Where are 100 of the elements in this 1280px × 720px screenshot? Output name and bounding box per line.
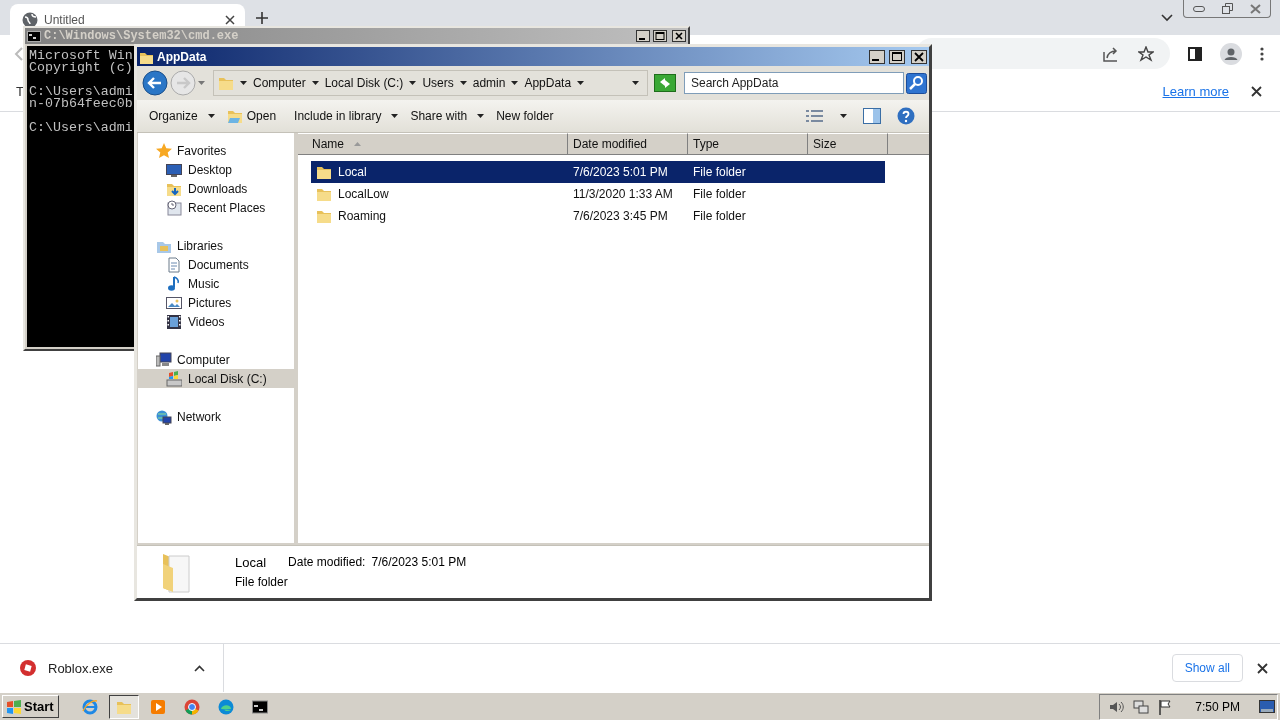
close-icon[interactable]: [911, 49, 927, 64]
nav-item[interactable]: Pictures: [138, 293, 294, 312]
close-icon[interactable]: [672, 30, 686, 42]
console-line: C:\Users\admi: [29, 86, 133, 98]
chrome-logo-icon[interactable]: [183, 698, 200, 715]
help-icon[interactable]: [897, 107, 915, 125]
breadcrumb-item[interactable]: Users: [422, 76, 454, 90]
maximize-icon[interactable]: [889, 49, 905, 64]
folder-icon: [316, 164, 332, 180]
picture-icon: [166, 294, 182, 311]
back-button-icon[interactable]: [142, 70, 168, 96]
star-icon[interactable]: [1138, 45, 1154, 62]
file-type: File folder: [693, 187, 746, 201]
file-name: Roaming: [338, 209, 387, 223]
toolbar-button[interactable]: Organize: [143, 106, 215, 126]
tab-title: Untitled: [44, 12, 86, 27]
caret-icon: [840, 114, 847, 118]
start-button[interactable]: Start: [2, 695, 59, 718]
computer-icon: [156, 351, 172, 368]
download-file-name[interactable]: Roblox.exe: [48, 660, 182, 676]
address-bar[interactable]: Computer Local Disk (C:) Users admin AppData: [213, 70, 648, 96]
breadcrumb-item[interactable]: Computer: [253, 76, 306, 90]
breadcrumb-item[interactable]: Local Disk (C:): [324, 76, 404, 90]
file-type: File folder: [693, 209, 746, 223]
profile-icon[interactable]: [1220, 42, 1242, 65]
preview-pane-icon[interactable]: [863, 108, 881, 124]
item-type: File folder: [235, 575, 289, 589]
nav-item[interactable]: Videos: [138, 312, 294, 331]
toolbar-button[interactable]: Share with: [404, 106, 485, 126]
column-header[interactable]: Type: [688, 133, 808, 155]
nav-item[interactable]: Network: [138, 407, 294, 426]
minimize-icon[interactable]: [636, 30, 650, 42]
learn-more-link[interactable]: Learn more: [1162, 84, 1229, 99]
column-header[interactable]: Size: [808, 133, 888, 155]
caret-icon: [240, 81, 247, 85]
minimize-icon[interactable]: [1192, 5, 1205, 12]
show-all-button[interactable]: Show all: [1171, 654, 1243, 682]
close-icon[interactable]: [1251, 86, 1262, 97]
minimize-icon[interactable]: [869, 49, 885, 64]
close-icon[interactable]: [1257, 662, 1268, 674]
view-list-icon[interactable]: [806, 109, 824, 123]
new-tab-icon[interactable]: [255, 10, 269, 25]
side-panel-icon[interactable]: [1188, 46, 1202, 61]
show-desktop-icon[interactable]: [1259, 699, 1275, 714]
document-icon: [166, 256, 182, 273]
clock: 7:50 PM: [1195, 699, 1240, 714]
nav-item[interactable]: Computer: [138, 350, 294, 369]
chevron-down-icon[interactable]: [1161, 13, 1173, 22]
caret-icon: [459, 81, 467, 85]
breadcrumb-item[interactable]: AppData: [524, 76, 572, 90]
file-row[interactable]: Roaming 7/6/2023 3:45 PM File folder: [311, 205, 885, 227]
film-strip-icon: [166, 313, 182, 330]
share-icon[interactable]: [1102, 45, 1120, 62]
console-line: Microsoft Win: [29, 50, 133, 62]
file-row[interactable]: Local 7/6/2023 5:01 PM File folder: [311, 161, 885, 183]
disk-drive-icon: [166, 370, 182, 387]
caret-icon: [311, 81, 319, 85]
toolbar-button[interactable]: Include in library: [288, 106, 399, 126]
refresh-icon[interactable]: [654, 74, 676, 92]
nav-item[interactable]: Music: [138, 274, 294, 293]
clock-window-icon: [166, 199, 182, 216]
infobar-text: T: [16, 84, 24, 99]
file-name: LocalLow: [338, 187, 389, 201]
maximize-icon[interactable]: [653, 30, 667, 42]
media-player-icon[interactable]: [149, 698, 166, 715]
search-field[interactable]: Search AppData: [684, 72, 904, 94]
file-row[interactable]: LocalLow 11/3/2020 1:33 AM File folder: [311, 183, 885, 205]
close-icon[interactable]: [225, 14, 235, 25]
toolbar-button[interactable]: Open: [220, 105, 283, 127]
music-note-icon: [166, 275, 182, 292]
folder-icon: [316, 208, 332, 224]
folder-icon: [316, 186, 332, 202]
nav-item[interactable]: Documents: [138, 255, 294, 274]
column-header[interactable]: Name: [298, 133, 568, 155]
nav-item[interactable]: Recent Places: [138, 198, 294, 217]
terminal-icon[interactable]: [251, 698, 268, 715]
folder-icon: [218, 75, 234, 91]
file-date: 11/3/2020 1:33 AM: [573, 187, 673, 201]
field-label: Date modified:: [288, 555, 366, 570]
network-icon: [156, 408, 172, 425]
nav-item[interactable]: Libraries: [138, 236, 294, 255]
caret-icon: [577, 81, 585, 85]
flag-icon[interactable]: [1158, 698, 1173, 715]
windows-logo-icon: [6, 699, 22, 714]
network-icon[interactable]: [1133, 698, 1150, 715]
menu-icon[interactable]: [1260, 46, 1264, 61]
star-icon: [156, 142, 172, 159]
restore-icon[interactable]: [1222, 3, 1233, 14]
nav-item[interactable]: Favorites: [138, 141, 294, 160]
file-date: 7/6/2023 3:45 PM: [573, 209, 668, 223]
file-type: File folder: [693, 165, 746, 179]
search-icon[interactable]: [906, 72, 927, 94]
column-header[interactable]: Date modified: [568, 133, 688, 155]
window-title: AppData: [157, 49, 207, 64]
breadcrumb-item[interactable]: admin: [472, 76, 506, 90]
chevron-up-icon[interactable]: [194, 664, 205, 672]
nav-item[interactable]: Desktop: [138, 160, 294, 179]
nav-item[interactable]: Local Disk (C:): [138, 369, 294, 388]
toolbar-button[interactable]: New folder: [490, 106, 560, 126]
nav-item[interactable]: Downloads: [138, 179, 294, 198]
